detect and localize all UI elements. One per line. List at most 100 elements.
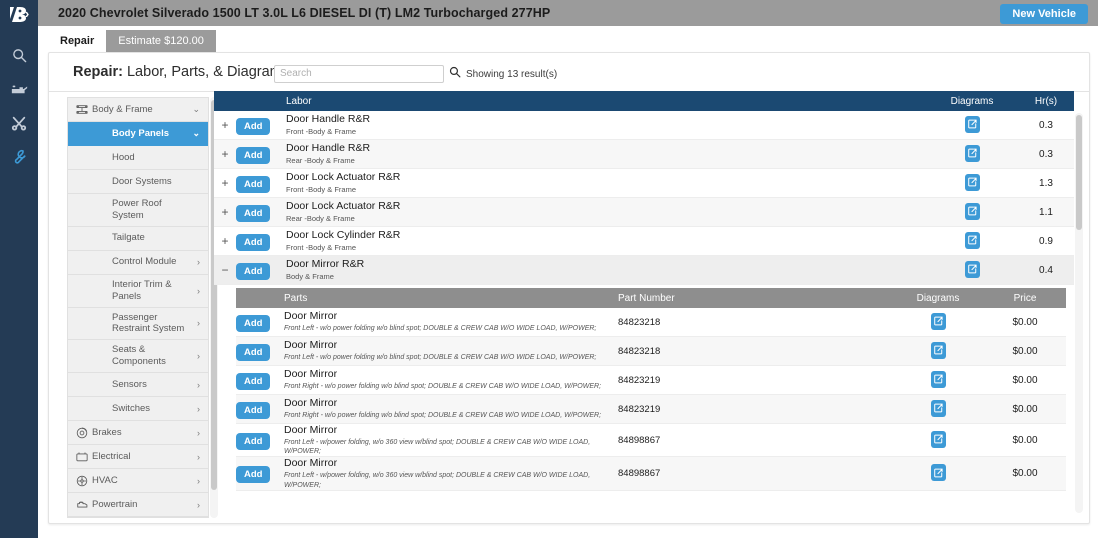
add-labor-button[interactable]: Add [236, 175, 271, 193]
open-diagram-icon[interactable] [964, 260, 980, 278]
add-labor-button[interactable]: Add [236, 262, 271, 280]
rail-expand-chevron-icon[interactable]: › [16, 6, 38, 21]
chevron-right-icon[interactable]: › [188, 404, 200, 414]
add-part-button[interactable]: Add [236, 432, 271, 450]
labor-row[interactable]: + Add Door Handle R&R Rear -Body & Frame 0.3 [214, 140, 1074, 169]
open-diagram-icon[interactable] [964, 173, 980, 191]
row-expand-toggle[interactable]: + [214, 119, 236, 131]
add-part-button[interactable]: Add [236, 314, 271, 332]
add-part-button[interactable]: Add [236, 343, 271, 361]
open-diagram-icon[interactable] [964, 202, 980, 220]
part-price: $0.00 [1012, 374, 1038, 386]
oil-can-icon[interactable] [0, 72, 38, 106]
chevron-down-icon[interactable]: ⌄ [188, 104, 200, 115]
new-vehicle-button[interactable]: New Vehicle [1000, 4, 1088, 24]
sidebar-item-seats-components[interactable]: Seats & Components › [68, 340, 208, 373]
sidebar-item-hood[interactable]: Hood [68, 146, 208, 170]
parts-row[interactable]: Add Door Mirror Front Left - w/o power fol… [236, 337, 1066, 366]
labor-row[interactable]: + Add Door Lock Actuator R&R Front -Body & … [214, 169, 1074, 198]
sidebar-item-switches[interactable]: Switches › [68, 397, 208, 421]
add-part-button[interactable]: Add [236, 372, 271, 390]
sidebar-item-electrical[interactable]: Electrical › [68, 445, 208, 469]
sidebar-item-steering[interactable]: Steering› [68, 517, 208, 518]
chevron-right-icon[interactable]: › [188, 257, 200, 267]
parts-add-cell: Add [236, 400, 276, 419]
labor-subtitle: Rear -Body & Frame [286, 155, 355, 165]
sidebar-item-hvac[interactable]: HVAC › [68, 469, 208, 493]
sidebar-item-door-systems[interactable]: Door Systems [68, 170, 208, 194]
brake-rotor-icon [76, 427, 92, 439]
chevron-down-icon[interactable]: ⌄ [188, 128, 200, 139]
sidebar-item-brakes[interactable]: Brakes › [68, 421, 208, 445]
row-expand-toggle[interactable]: − [214, 264, 236, 276]
open-diagram-icon[interactable] [964, 231, 980, 249]
parts-row[interactable]: Add Door Mirror Front Left - w/power foldi… [236, 424, 1066, 458]
chevron-right-icon[interactable]: › [188, 476, 200, 486]
search-icon[interactable] [0, 38, 38, 72]
parts-row[interactable]: Add Door Mirror Front Right - w/o power fo… [236, 366, 1066, 395]
sidebar-item-interior-trim-panels[interactable]: Interior Trim & Panels › [68, 275, 208, 308]
labor-hours: 1.3 [1039, 177, 1053, 189]
open-diagram-icon[interactable] [930, 312, 946, 330]
labor-subtitle: Front -Body & Frame [286, 242, 357, 252]
row-expand-toggle[interactable]: + [214, 206, 236, 218]
tab-estimate[interactable]: Estimate $120.00 [106, 30, 216, 52]
repair-panel: Repair: Labor, Parts, & Diagrams Showing… [48, 52, 1090, 524]
parts-row[interactable]: Add Door Mirror Front Left - w/power foldi… [236, 457, 1066, 491]
parts-add-cell: Add [236, 464, 276, 484]
open-diagram-icon[interactable] [930, 464, 946, 482]
sidebar-item-label: Sensors [112, 378, 147, 390]
sidebar-item-tailgate[interactable]: Tailgate [68, 227, 208, 251]
row-expand-toggle[interactable]: + [214, 148, 236, 160]
sidebar-item-power-roof-system[interactable]: Power Roof System [68, 194, 208, 227]
chevron-right-icon[interactable]: › [188, 500, 200, 510]
add-part-button[interactable]: Add [236, 401, 271, 419]
row-expand-toggle[interactable]: + [214, 235, 236, 247]
part-diagram-cell [892, 341, 984, 361]
parts-row[interactable]: Add Door Mirror Front Left - w/o power fol… [236, 308, 1066, 337]
part-price: $0.00 [1012, 434, 1038, 446]
add-labor-button[interactable]: Add [236, 117, 271, 135]
sidebar-item-control-module[interactable]: Control Module › [68, 251, 208, 275]
part-description: Front Left - w/o power folding w/o blind… [284, 354, 597, 362]
open-diagram-icon[interactable] [930, 399, 946, 417]
fan-icon [76, 475, 92, 487]
open-diagram-icon[interactable] [964, 115, 980, 133]
labor-table-scroll-thumb[interactable] [1076, 115, 1082, 230]
labor-hours: 0.9 [1039, 235, 1053, 247]
chevron-right-icon[interactable]: › [188, 428, 200, 438]
labor-diagram-cell [926, 231, 1018, 251]
part-price: $0.00 [1012, 345, 1038, 357]
labor-table-scrollbar[interactable] [1075, 113, 1083, 513]
sidebar-item-body-panels[interactable]: Body Panels ⌄ [68, 122, 208, 146]
sidebar-item-powertrain[interactable]: Powertrain › [68, 493, 208, 517]
labor-row[interactable]: − Add Door Mirror R&R Body & Frame 0.4 [214, 256, 1074, 285]
search-input[interactable] [274, 64, 444, 83]
row-expand-toggle[interactable]: + [214, 177, 236, 189]
parts-row[interactable]: Add Door Mirror Front Right - w/o power fo… [236, 395, 1066, 424]
part-diagram-cell [892, 430, 984, 450]
labor-row[interactable]: + Add Door Lock Cylinder R&R Front -Body & … [214, 227, 1074, 256]
open-diagram-icon[interactable] [964, 144, 980, 162]
sidebar-item-label: Brakes [92, 426, 122, 438]
open-diagram-icon[interactable] [930, 370, 946, 388]
tools-icon[interactable] [0, 106, 38, 140]
chevron-right-icon[interactable]: › [188, 351, 200, 361]
add-labor-button[interactable]: Add [236, 146, 271, 164]
add-labor-button[interactable]: Add [236, 204, 271, 222]
sidebar-item-passenger-restraint-system[interactable]: Passenger Restraint System › [68, 308, 208, 341]
chevron-right-icon[interactable]: › [188, 380, 200, 390]
sidebar-item-body-frame[interactable]: Body & Frame ⌄ [68, 98, 208, 122]
add-labor-button[interactable]: Add [236, 233, 271, 251]
open-diagram-icon[interactable] [930, 430, 946, 448]
sidebar-item-sensors[interactable]: Sensors › [68, 373, 208, 397]
tab-repair[interactable]: Repair [48, 30, 107, 52]
open-diagram-icon[interactable] [930, 341, 946, 359]
chevron-right-icon[interactable]: › [188, 286, 200, 296]
chevron-right-icon[interactable]: › [188, 318, 200, 328]
chevron-right-icon[interactable]: › [188, 452, 200, 462]
labor-row[interactable]: + Add Door Handle R&R Front -Body & Frame 0.… [214, 111, 1074, 140]
add-part-button[interactable]: Add [236, 466, 271, 484]
wrench-icon[interactable] [0, 140, 38, 174]
labor-row[interactable]: + Add Door Lock Actuator R&R Rear -Body & F… [214, 198, 1074, 227]
